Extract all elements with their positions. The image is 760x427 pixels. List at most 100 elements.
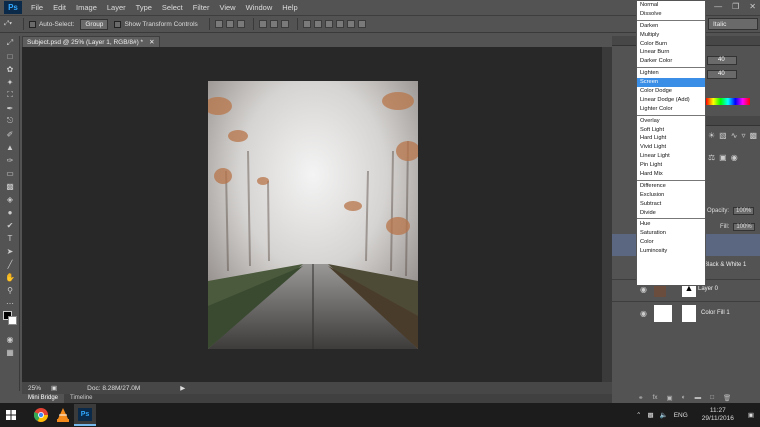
blend-option[interactable]: Color bbox=[637, 238, 705, 247]
more-tools-icon[interactable]: ⋯ bbox=[3, 297, 17, 309]
healing-brush-tool-icon[interactable]: ⎋ bbox=[3, 115, 17, 127]
align-right-icon[interactable] bbox=[280, 20, 289, 28]
path-select-tool-icon[interactable]: ➤ bbox=[3, 245, 17, 257]
blend-option[interactable]: Overlay bbox=[637, 117, 705, 126]
status-menu-arrow-icon[interactable]: ▶ bbox=[180, 384, 185, 392]
distribute-vcenter-icon[interactable] bbox=[313, 20, 322, 28]
blend-option[interactable]: Lighter Color bbox=[637, 105, 705, 114]
blend-option[interactable]: Hard Mix bbox=[637, 170, 705, 179]
new-adjustment-icon[interactable]: ◐ bbox=[682, 394, 686, 402]
delete-layer-icon[interactable]: 🗑 bbox=[723, 394, 731, 402]
blend-option[interactable]: Normal bbox=[637, 1, 705, 10]
quick-select-tool-icon[interactable]: ✦ bbox=[3, 76, 17, 88]
restore-icon[interactable]: ❐ bbox=[732, 2, 739, 11]
document-tab[interactable]: Subject.psd @ 25% (Layer 1, RGB/8#) * ✕ bbox=[22, 36, 160, 47]
network-icon[interactable]: ▩ bbox=[647, 411, 653, 419]
blend-option[interactable]: Exclusion bbox=[637, 191, 705, 200]
marquee-tool-icon[interactable]: □ bbox=[3, 50, 17, 62]
start-button[interactable] bbox=[0, 404, 22, 426]
fill-field[interactable]: 100% bbox=[733, 223, 755, 231]
zoom-tool-icon[interactable]: ⚲ bbox=[3, 284, 17, 296]
dodge-tool-icon[interactable]: ● bbox=[3, 206, 17, 218]
blend-option[interactable]: Pin Light bbox=[637, 161, 705, 170]
photo-filter-icon[interactable]: ◉ bbox=[731, 153, 738, 171]
blend-option[interactable]: Subtract bbox=[637, 200, 705, 209]
vibrance-icon[interactable]: ▿ bbox=[741, 131, 745, 149]
blend-option[interactable]: Difference bbox=[637, 182, 705, 191]
layer-row-colorfill[interactable]: ◉ Color Fill 1 bbox=[612, 301, 760, 325]
font-style-dropdown[interactable]: Italic bbox=[708, 18, 758, 30]
menu-window[interactable]: Window bbox=[241, 3, 278, 12]
menu-edit[interactable]: Edit bbox=[48, 3, 71, 12]
brightness-icon[interactable]: ☀ bbox=[708, 131, 715, 149]
blend-option[interactable]: Soft Light bbox=[637, 126, 705, 135]
brush-tool-icon[interactable]: ✐ bbox=[3, 128, 17, 140]
blend-option[interactable]: Hard Light bbox=[637, 134, 705, 143]
status-icon[interactable]: ▣ bbox=[51, 384, 57, 392]
hue-icon[interactable]: ▩ bbox=[749, 131, 757, 149]
blur-tool-icon[interactable]: ◈ bbox=[3, 193, 17, 205]
menu-file[interactable]: File bbox=[26, 3, 48, 12]
tray-up-arrow-icon[interactable]: ⌃ bbox=[636, 411, 641, 419]
blend-option[interactable]: Screen bbox=[637, 78, 705, 88]
background-color[interactable] bbox=[8, 316, 17, 325]
tab-timeline[interactable]: Timeline bbox=[64, 394, 98, 403]
align-left-icon[interactable] bbox=[258, 20, 267, 28]
move-tool-preset[interactable]: ⤢▾ bbox=[4, 20, 12, 28]
blend-option[interactable]: Linear Burn bbox=[637, 48, 705, 57]
eyedropper-tool-icon[interactable]: ✒ bbox=[3, 102, 17, 114]
hand-tool-icon[interactable]: ✋ bbox=[3, 271, 17, 283]
minimize-icon[interactable]: — bbox=[714, 2, 722, 11]
blend-option[interactable]: Vivid Light bbox=[637, 143, 705, 152]
distribute-hcenter-icon[interactable] bbox=[346, 20, 355, 28]
document-image[interactable] bbox=[208, 81, 418, 349]
photoshop-app[interactable]: Ps bbox=[74, 404, 96, 426]
blend-mode-dropdown[interactable]: Normal Dissolve Darken Multiply Color Burn Li… bbox=[636, 0, 706, 286]
screen-mode-icon[interactable]: ▦ bbox=[3, 346, 17, 358]
move-tool-icon[interactable]: ⤢ bbox=[3, 37, 17, 49]
new-group-icon[interactable]: ▬ bbox=[695, 394, 702, 402]
pen-tool-icon[interactable]: ✔ bbox=[3, 219, 17, 231]
auto-select-checkbox[interactable]: Auto-Select: bbox=[28, 20, 74, 28]
bw-icon[interactable]: ▣ bbox=[719, 153, 727, 171]
layer-name-bw[interactable]: Black & White 1 bbox=[704, 262, 746, 268]
levels-icon[interactable]: ▧ bbox=[719, 131, 727, 149]
balance-icon[interactable]: ⚖ bbox=[708, 153, 715, 171]
new-layer-icon[interactable]: □ bbox=[710, 394, 714, 402]
notifications-icon[interactable]: ▣ bbox=[748, 411, 754, 419]
menu-select[interactable]: Select bbox=[157, 3, 188, 12]
distribute-right-icon[interactable] bbox=[357, 20, 366, 28]
align-top-icon[interactable] bbox=[214, 20, 223, 28]
color-value-1[interactable]: 40 bbox=[707, 56, 737, 65]
menu-help[interactable]: Help bbox=[277, 3, 302, 12]
auto-select-dropdown[interactable]: Group bbox=[80, 18, 109, 30]
color-ramp[interactable] bbox=[706, 98, 750, 105]
gradient-tool-icon[interactable]: ▩ bbox=[3, 180, 17, 192]
curves-icon[interactable]: ∿ bbox=[731, 131, 738, 149]
eye-icon[interactable]: ◉ bbox=[640, 309, 647, 318]
color-swatches[interactable] bbox=[3, 311, 17, 331]
fx-icon[interactable]: fx bbox=[652, 394, 657, 402]
add-mask-icon[interactable]: ▣ bbox=[667, 394, 673, 402]
tab-mini-bridge[interactable]: Mini Bridge bbox=[22, 394, 65, 403]
blend-option[interactable]: Divide bbox=[637, 209, 705, 218]
distribute-bottom-icon[interactable] bbox=[324, 20, 333, 28]
blend-option[interactable]: Color Burn bbox=[637, 40, 705, 49]
zoom-level[interactable]: 25% bbox=[28, 385, 41, 392]
clone-stamp-tool-icon[interactable]: ▲ bbox=[3, 141, 17, 153]
align-vcenter-icon[interactable] bbox=[225, 20, 234, 28]
blend-option[interactable]: Color Dodge bbox=[637, 87, 705, 96]
opacity-field[interactable]: 100% bbox=[733, 207, 755, 215]
blend-option[interactable]: Linear Dodge (Add) bbox=[637, 96, 705, 105]
type-tool-icon[interactable]: T bbox=[3, 232, 17, 244]
vlc-app[interactable] bbox=[52, 404, 74, 426]
blend-option[interactable]: Luminosity bbox=[637, 247, 705, 256]
history-brush-tool-icon[interactable]: ✑ bbox=[3, 154, 17, 166]
menu-layer[interactable]: Layer bbox=[102, 3, 131, 12]
show-transform-checkbox[interactable]: Show Transform Controls bbox=[114, 20, 198, 28]
menu-image[interactable]: Image bbox=[71, 3, 102, 12]
menu-view[interactable]: View bbox=[214, 3, 240, 12]
blend-option[interactable]: Darken bbox=[637, 22, 705, 31]
blend-option[interactable]: Linear Light bbox=[637, 152, 705, 161]
volume-icon[interactable]: 🔈 bbox=[660, 411, 668, 419]
